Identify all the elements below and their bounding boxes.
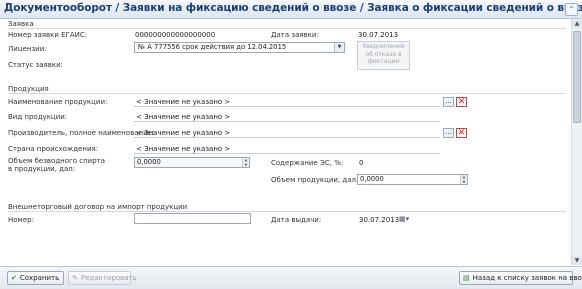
back-list-icon: ▤ (463, 274, 470, 282)
contract-section-label: Внешнеторговый договор на импорт продукц… (8, 203, 188, 211)
producer-select-button[interactable]: ... (443, 128, 454, 138)
scroll-down-arrow-icon[interactable]: ▼ (572, 256, 582, 265)
request-date-label: Дата заявки: (271, 31, 319, 39)
edit-button-label: Редактировать (80, 274, 137, 282)
vertical-scrollbar[interactable]: ▲ ▼ (571, 19, 582, 265)
ellipsis-icon: ... (445, 128, 452, 136)
spirit-volume-label-line1: Объем безводного спирта (8, 157, 106, 165)
license-select-value: № А 777556 срок действия до 12.04.2015 (138, 43, 287, 51)
producer-clear-button[interactable]: ✕ (456, 128, 467, 138)
producer-label: Производитель, полное наименование: (8, 129, 155, 137)
request-date-value: 30.07.2013 (358, 31, 399, 39)
spirit-volume-label-line2: в продукции, дал: (8, 165, 76, 173)
spirit-volume-input[interactable]: 0,0000 ▲ ▼ (134, 157, 250, 168)
country-label: Страна происхождения: (8, 145, 99, 153)
checkmark-icon: ✔ (11, 274, 17, 282)
calendar-icon[interactable]: ▦▾ (399, 214, 411, 224)
rejection-notice-button[interactable]: Уведомление об отказе в фиксации (357, 41, 410, 70)
scrollbar-thumb[interactable] (573, 31, 581, 123)
product-name-label: Наименование продукции: (8, 98, 108, 106)
contract-number-input[interactable] (134, 213, 251, 224)
product-volume-input[interactable]: 0,0000 ▲ ▼ (357, 174, 468, 185)
red-x-icon: ✕ (457, 97, 466, 107)
es-content-label: Содержание ЭС, %: (271, 159, 344, 167)
section-divider (8, 211, 566, 212)
page-title: Документооборот / Заявки на фиксацию све… (4, 2, 582, 14)
footer-toolbar: ✔ Сохранить ✎ Редактировать ▤ Назад к списк… (0, 266, 582, 289)
product-section-label: Продукция (8, 85, 49, 93)
spirit-volume-value: 0,0000 (137, 158, 161, 166)
spinner-icon[interactable]: ▲ ▼ (242, 158, 249, 167)
edit-button[interactable]: ✎ Редактировать (68, 271, 137, 285)
section-divider (8, 28, 566, 29)
request-section-label: Заявка (8, 20, 34, 28)
request-number-value: 000000000000000000 (135, 31, 216, 39)
contract-issue-date-value[interactable]: 30.07.2013 (359, 216, 399, 224)
field-underline (134, 153, 440, 154)
collapse-icon[interactable]: ⌃ (565, 3, 578, 16)
title-bar: Документооборот / Заявки на фиксацию све… (0, 0, 582, 19)
product-type-value: < Значение не указано > (136, 113, 231, 121)
product-type-label: Вид продукции: (8, 113, 68, 121)
country-value: < Значение не указано > (136, 145, 231, 153)
pencil-icon: ✎ (72, 274, 78, 282)
product-volume-label: Объем продукции, дал: (271, 176, 359, 184)
license-select[interactable]: № А 777556 срок действия до 12.04.2015 ▼ (134, 42, 345, 53)
field-underline (134, 106, 440, 107)
chevron-down-icon[interactable]: ▼ (334, 43, 344, 52)
field-underline (134, 137, 440, 138)
request-number-label: Номер заявки ЕГАИС: (8, 31, 88, 39)
es-content-value: 0 (359, 159, 364, 167)
back-to-list-button[interactable]: ▤ Назад к списку заявок на ввоз (459, 271, 582, 285)
producer-value: < Значение не указано > (136, 129, 231, 137)
save-button-label: Сохранить (19, 274, 60, 282)
product-volume-value: 0,0000 (360, 175, 384, 183)
contract-number-label: Номер: (8, 216, 34, 224)
product-name-value: < Значение не указано > (136, 98, 231, 106)
section-divider (8, 93, 566, 94)
product-name-clear-button[interactable]: ✕ (456, 97, 467, 107)
license-label: Лицензии: (8, 45, 47, 53)
ellipsis-icon: ... (445, 97, 452, 105)
red-x-icon: ✕ (457, 128, 466, 138)
request-status-label: Статус заявки: (8, 61, 64, 69)
back-to-list-label: Назад к списку заявок на ввоз (472, 274, 582, 282)
contract-issue-date-label: Дата выдачи: (271, 216, 322, 224)
spinner-icon[interactable]: ▲ ▼ (460, 175, 467, 184)
field-underline (134, 121, 440, 122)
scroll-up-arrow-icon[interactable]: ▲ (572, 19, 582, 28)
save-button[interactable]: ✔ Сохранить (7, 271, 64, 285)
product-name-select-button[interactable]: ... (443, 97, 454, 107)
